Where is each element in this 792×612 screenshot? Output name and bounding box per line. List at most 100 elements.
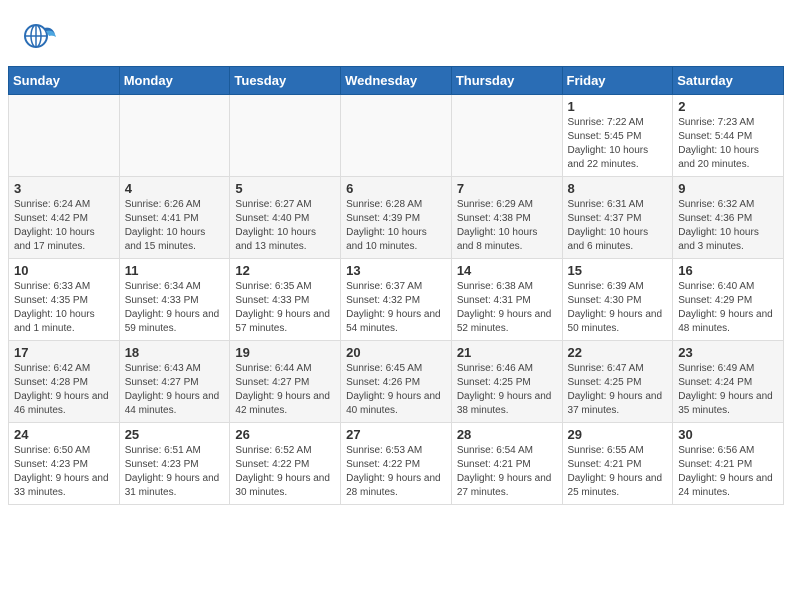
day-number: 13	[346, 263, 446, 278]
calendar-cell: 9Sunrise: 6:32 AM Sunset: 4:36 PM Daylig…	[673, 177, 784, 259]
calendar-cell: 11 Sunrise: 6:34 AM Sunset: 4:33 PM Dayli…	[119, 259, 230, 341]
day-header-saturday: Saturday	[673, 67, 784, 95]
calendar-cell	[230, 95, 341, 177]
calendar-cell: 12 Sunrise: 6:35 AM Sunset: 4:33 PM Dayli…	[230, 259, 341, 341]
calendar-week-3: 10 Sunrise: 6:33 AM Sunset: 4:35 PM Dayli…	[9, 259, 784, 341]
calendar-cell: 15 Sunrise: 6:39 AM Sunset: 4:30 PM Dayli…	[562, 259, 673, 341]
day-number: 9	[678, 181, 778, 196]
calendar-cell: 27 Sunrise: 6:53 AM Sunset: 4:22 PM Dayli…	[341, 423, 452, 505]
calendar-cell: 5 Sunrise: 6:27 AM Sunset: 4:40 PM Daylig…	[230, 177, 341, 259]
calendar-cell: 3Sunrise: 6:24 AM Sunset: 4:42 PM Daylig…	[9, 177, 120, 259]
day-info: Sunrise: 6:52 AM Sunset: 4:22 PM Dayligh…	[235, 444, 335, 500]
calendar-cell: 1 Sunrise: 7:22 AM Sunset: 5:45 PM Daylig…	[562, 95, 673, 177]
day-number: 25	[125, 427, 225, 442]
day-number: 21	[457, 345, 557, 360]
day-info: Sunrise: 6:27 AM Sunset: 4:40 PM Dayligh…	[235, 198, 335, 254]
day-header-tuesday: Tuesday	[230, 67, 341, 95]
day-number: 3	[14, 181, 114, 196]
day-number: 19	[235, 345, 335, 360]
day-info: Sunrise: 6:53 AM Sunset: 4:22 PM Dayligh…	[346, 444, 446, 500]
day-info: Sunrise: 6:56 AM Sunset: 4:21 PM Dayligh…	[678, 444, 778, 500]
day-info: Sunrise: 6:31 AM Sunset: 4:37 PM Dayligh…	[568, 198, 668, 254]
day-info: Sunrise: 6:42 AM Sunset: 4:28 PM Dayligh…	[14, 362, 114, 418]
logo-icon	[20, 18, 58, 56]
day-number: 30	[678, 427, 778, 442]
day-info: Sunrise: 6:50 AM Sunset: 4:23 PM Dayligh…	[14, 444, 114, 500]
day-number: 10	[14, 263, 114, 278]
day-info: Sunrise: 6:46 AM Sunset: 4:25 PM Dayligh…	[457, 362, 557, 418]
calendar-cell: 20 Sunrise: 6:45 AM Sunset: 4:26 PM Dayli…	[341, 341, 452, 423]
day-info: Sunrise: 7:23 AM Sunset: 5:44 PM Dayligh…	[678, 116, 778, 172]
day-info: Sunrise: 6:43 AM Sunset: 4:27 PM Dayligh…	[125, 362, 225, 418]
day-number: 7	[457, 181, 557, 196]
day-info: Sunrise: 6:45 AM Sunset: 4:26 PM Dayligh…	[346, 362, 446, 418]
calendar-cell: 25Sunrise: 6:51 AM Sunset: 4:23 PM Dayli…	[119, 423, 230, 505]
calendar-table: SundayMondayTuesdayWednesdayThursdayFrid…	[8, 66, 784, 505]
day-info: Sunrise: 7:22 AM Sunset: 5:45 PM Dayligh…	[568, 116, 668, 172]
day-number: 17	[14, 345, 114, 360]
day-info: Sunrise: 6:39 AM Sunset: 4:30 PM Dayligh…	[568, 280, 668, 336]
calendar-cell: 6Sunrise: 6:28 AM Sunset: 4:39 PM Daylig…	[341, 177, 452, 259]
calendar-week-1: 1 Sunrise: 7:22 AM Sunset: 5:45 PM Daylig…	[9, 95, 784, 177]
calendar-cell: 22 Sunrise: 6:47 AM Sunset: 4:25 PM Dayli…	[562, 341, 673, 423]
day-header-thursday: Thursday	[451, 67, 562, 95]
day-number: 29	[568, 427, 668, 442]
calendar-body: 1 Sunrise: 7:22 AM Sunset: 5:45 PM Daylig…	[9, 95, 784, 505]
day-number: 5	[235, 181, 335, 196]
day-info: Sunrise: 6:55 AM Sunset: 4:21 PM Dayligh…	[568, 444, 668, 500]
day-info: Sunrise: 6:34 AM Sunset: 4:33 PM Dayligh…	[125, 280, 225, 336]
calendar-cell: 21 Sunrise: 6:46 AM Sunset: 4:25 PM Dayli…	[451, 341, 562, 423]
day-number: 27	[346, 427, 446, 442]
day-number: 1	[568, 99, 668, 114]
calendar-cell: 30 Sunrise: 6:56 AM Sunset: 4:21 PM Dayli…	[673, 423, 784, 505]
calendar-cell	[341, 95, 452, 177]
calendar-cell: 29 Sunrise: 6:55 AM Sunset: 4:21 PM Dayli…	[562, 423, 673, 505]
calendar-cell: 28 Sunrise: 6:54 AM Sunset: 4:21 PM Dayli…	[451, 423, 562, 505]
calendar-cell	[9, 95, 120, 177]
day-number: 22	[568, 345, 668, 360]
day-header-wednesday: Wednesday	[341, 67, 452, 95]
calendar-cell: 14 Sunrise: 6:38 AM Sunset: 4:31 PM Dayli…	[451, 259, 562, 341]
calendar-cell: 26 Sunrise: 6:52 AM Sunset: 4:22 PM Dayli…	[230, 423, 341, 505]
day-number: 18	[125, 345, 225, 360]
day-info: Sunrise: 6:29 AM Sunset: 4:38 PM Dayligh…	[457, 198, 557, 254]
day-header-sunday: Sunday	[9, 67, 120, 95]
header	[0, 0, 792, 66]
day-number: 23	[678, 345, 778, 360]
day-info: Sunrise: 6:35 AM Sunset: 4:33 PM Dayligh…	[235, 280, 335, 336]
day-number: 28	[457, 427, 557, 442]
day-info: Sunrise: 6:44 AM Sunset: 4:27 PM Dayligh…	[235, 362, 335, 418]
calendar-week-2: 3Sunrise: 6:24 AM Sunset: 4:42 PM Daylig…	[9, 177, 784, 259]
calendar-cell: 19 Sunrise: 6:44 AM Sunset: 4:27 PM Dayli…	[230, 341, 341, 423]
calendar-cell	[119, 95, 230, 177]
day-number: 15	[568, 263, 668, 278]
day-info: Sunrise: 6:49 AM Sunset: 4:24 PM Dayligh…	[678, 362, 778, 418]
calendar-cell: 10 Sunrise: 6:33 AM Sunset: 4:35 PM Dayli…	[9, 259, 120, 341]
calendar-cell: 8 Sunrise: 6:31 AM Sunset: 4:37 PM Daylig…	[562, 177, 673, 259]
day-number: 20	[346, 345, 446, 360]
calendar-cell: 4Sunrise: 6:26 AM Sunset: 4:41 PM Daylig…	[119, 177, 230, 259]
day-number: 14	[457, 263, 557, 278]
day-number: 26	[235, 427, 335, 442]
day-info: Sunrise: 6:54 AM Sunset: 4:21 PM Dayligh…	[457, 444, 557, 500]
calendar-cell: 23 Sunrise: 6:49 AM Sunset: 4:24 PM Dayli…	[673, 341, 784, 423]
day-info: Sunrise: 6:26 AM Sunset: 4:41 PM Dayligh…	[125, 198, 225, 254]
day-number: 12	[235, 263, 335, 278]
day-number: 24	[14, 427, 114, 442]
day-number: 8	[568, 181, 668, 196]
day-info: Sunrise: 6:33 AM Sunset: 4:35 PM Dayligh…	[14, 280, 114, 336]
day-info: Sunrise: 6:38 AM Sunset: 4:31 PM Dayligh…	[457, 280, 557, 336]
calendar-cell: 16 Sunrise: 6:40 AM Sunset: 4:29 PM Dayli…	[673, 259, 784, 341]
calendar-cell: 2 Sunrise: 7:23 AM Sunset: 5:44 PM Daylig…	[673, 95, 784, 177]
logo	[20, 18, 62, 56]
day-header-friday: Friday	[562, 67, 673, 95]
day-number: 11	[125, 263, 225, 278]
day-info: Sunrise: 6:47 AM Sunset: 4:25 PM Dayligh…	[568, 362, 668, 418]
day-info: Sunrise: 6:40 AM Sunset: 4:29 PM Dayligh…	[678, 280, 778, 336]
day-number: 2	[678, 99, 778, 114]
calendar-cell: 13 Sunrise: 6:37 AM Sunset: 4:32 PM Dayli…	[341, 259, 452, 341]
calendar-week-5: 24 Sunrise: 6:50 AM Sunset: 4:23 PM Dayli…	[9, 423, 784, 505]
day-info: Sunrise: 6:37 AM Sunset: 4:32 PM Dayligh…	[346, 280, 446, 336]
calendar-header-row: SundayMondayTuesdayWednesdayThursdayFrid…	[9, 67, 784, 95]
day-number: 16	[678, 263, 778, 278]
